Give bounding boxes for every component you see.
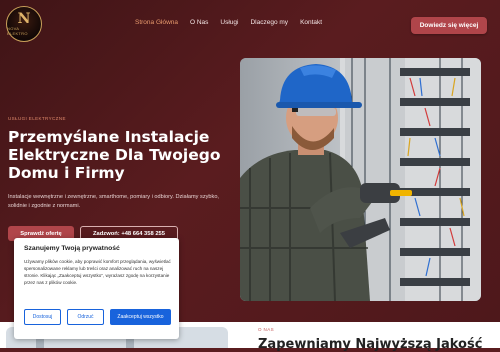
main-nav: Strona Główna O Nas Usługi Dlaczego my K… [135,19,322,26]
hero-headline-line: Elektryczne Dla Twojego [8,146,221,164]
cookie-consent-banner: Szanujemy Twoją prywatność Używamy plikó… [14,238,179,339]
brand-logo[interactable]: N NOVA ELEKTRO [6,6,42,42]
nav-item-about[interactable]: O Nas [190,19,208,26]
hero-headline-line: Przemyślane Instalacje [8,128,210,146]
nav-item-why-us[interactable]: Dlaczego my [250,19,288,26]
hero-description: Instalacje wewnętrzne i zewnętrzne, smar… [8,194,219,209]
about-heading: Zapewniamy Najwyższą Jakość [258,337,483,352]
cookie-customize-button[interactable]: Dostosuj [24,309,61,325]
about-eyebrow: O NAS [258,327,275,332]
hero-headline: Przemyślane Instalacje Elektryczne Dla T… [8,128,238,182]
nav-item-services[interactable]: Usługi [220,19,238,26]
cookie-title: Szanujemy Twoją prywatność [24,245,120,252]
cookie-reject-button[interactable]: Odrzuć [67,309,104,325]
logo-letter: N [17,11,31,27]
hero-eyebrow: USŁUGI ELEKTRYCZNE [8,116,66,121]
hero-image [240,58,481,301]
nav-item-home[interactable]: Strona Główna [135,19,178,26]
electrician-illustration [240,58,481,301]
nav-item-contact[interactable]: Kontakt [300,19,322,26]
hero-headline-line: Domu i Firmy [8,164,125,182]
cookie-text: Używamy plików cookie, aby poprawić komf… [24,259,171,285]
learn-more-button[interactable]: Dowiedz się więcej [411,17,487,34]
logo-text: NOVA ELEKTRO [7,26,28,36]
cookie-accept-all-button[interactable]: Zaakceptuj wszystko [110,309,171,325]
